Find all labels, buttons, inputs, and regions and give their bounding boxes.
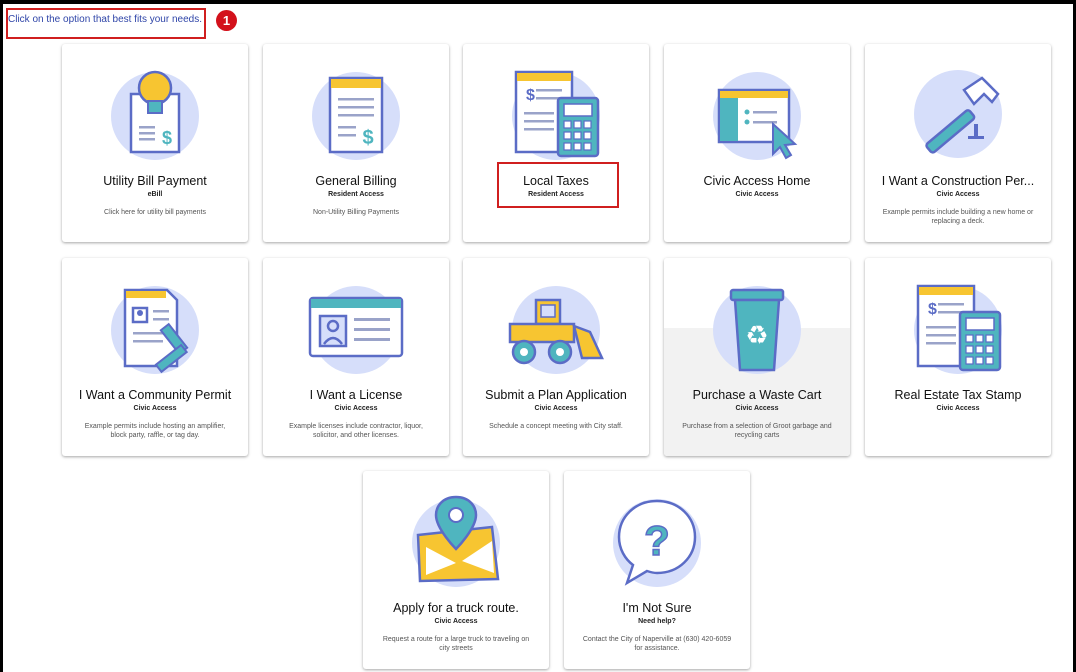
step-badge: 1 (216, 10, 237, 31)
lightbulb-bill-icon: $ (111, 70, 199, 160)
card-subtitle: eBill (147, 191, 163, 198)
card-subtitle: Civic Access (936, 405, 980, 412)
card-title: Real Estate Tax Stamp (894, 388, 1022, 402)
svg-text:$: $ (362, 127, 373, 149)
card-description: Click here for utility bill payments (104, 209, 206, 216)
card-title: I Want a Construction Per... (881, 174, 1035, 188)
card-waste-cart[interactable]: ♻ Purchase a Waste Cart Civic Access Pur… (664, 258, 850, 456)
card-description: Purchase from a selection of Groot garba… (682, 423, 832, 439)
card-subtitle: Civic Access (434, 618, 478, 625)
card-local-taxes[interactable]: $ Local Taxes Resident Access (463, 44, 649, 242)
svg-text:$: $ (162, 128, 172, 148)
card-description: Example permits include hosting an ampli… (84, 423, 226, 439)
browser-cursor-icon (713, 72, 801, 160)
card-construction-permit[interactable]: I Want a Construction Per... Civic Acces… (865, 44, 1051, 242)
card-license[interactable]: I Want a License Civic Access Example li… (263, 258, 449, 456)
svg-text:$: $ (928, 301, 937, 318)
id-card-icon (308, 286, 404, 374)
card-title: Purchase a Waste Cart (692, 388, 822, 402)
card-real-estate-tax-stamp[interactable]: $ Real Estate Tax Stamp Civic Access (865, 258, 1051, 456)
card-description: Schedule a concept meeting with City sta… (489, 423, 623, 430)
bill-document-icon: $ (312, 72, 400, 160)
card-not-sure[interactable]: ? I'm Not Sure Need help? Contact the Ci… (564, 471, 750, 669)
svg-text:?: ? (644, 517, 670, 564)
card-civic-access-home[interactable]: Civic Access Home Civic Access (664, 44, 850, 242)
svg-text:$: $ (526, 87, 535, 104)
card-utility-bill-payment[interactable]: $ Utility Bill Payment eBill Click here … (62, 44, 248, 242)
card-description: Non-Utility Billing Payments (313, 209, 399, 216)
window-top-border (0, 0, 1076, 4)
instruction-highlight-box (6, 8, 206, 39)
calculator-bill-icon: $ (914, 284, 1002, 374)
card-title: Civic Access Home (703, 174, 811, 188)
card-subtitle: Civic Access (534, 405, 578, 412)
card-title: Submit a Plan Application (485, 388, 627, 402)
card-subtitle: Civic Access (936, 191, 980, 198)
card-subtitle: Civic Access (334, 405, 378, 412)
card-description: Contact the City of Naperville at (630) … (582, 636, 732, 652)
card-title: General Billing (315, 174, 397, 188)
card-subtitle: Civic Access (735, 405, 779, 412)
svg-text:♻: ♻ (745, 321, 768, 351)
bulldozer-icon (508, 286, 604, 374)
calculator-bill-icon: $ (512, 70, 600, 160)
recycle-cart-icon: ♻ (713, 286, 801, 374)
card-plan-application[interactable]: Submit a Plan Application Civic Access S… (463, 258, 649, 456)
card-description: Request a route for a large truck to tra… (382, 636, 530, 652)
card-subtitle: Civic Access (735, 191, 779, 198)
local-taxes-highlight-box (497, 162, 619, 208)
card-title: I'm Not Sure (622, 601, 692, 615)
card-description: Example licenses include contractor, liq… (289, 423, 423, 439)
card-subtitle: Need help? (638, 618, 676, 625)
card-subtitle: Civic Access (133, 405, 177, 412)
hammer-icon (914, 70, 1002, 158)
card-title: I Want a License (309, 388, 403, 402)
card-general-billing[interactable]: $ General Billing Resident Access Non-Ut… (263, 44, 449, 242)
question-bubble-icon: ? (613, 499, 701, 587)
card-title: Utility Bill Payment (103, 174, 207, 188)
card-description: Example permits include building a new h… (882, 209, 1034, 225)
permit-stamp-icon (111, 286, 199, 374)
window-left-border (0, 0, 3, 672)
map-pin-icon (412, 495, 500, 587)
card-community-permit[interactable]: I Want a Community Permit Civic Access E… (62, 258, 248, 456)
card-title: Apply for a truck route. (393, 601, 519, 615)
card-truck-route[interactable]: Apply for a truck route. Civic Access Re… (363, 471, 549, 669)
card-title: I Want a Community Permit (78, 388, 232, 402)
card-subtitle: Resident Access (328, 191, 384, 198)
